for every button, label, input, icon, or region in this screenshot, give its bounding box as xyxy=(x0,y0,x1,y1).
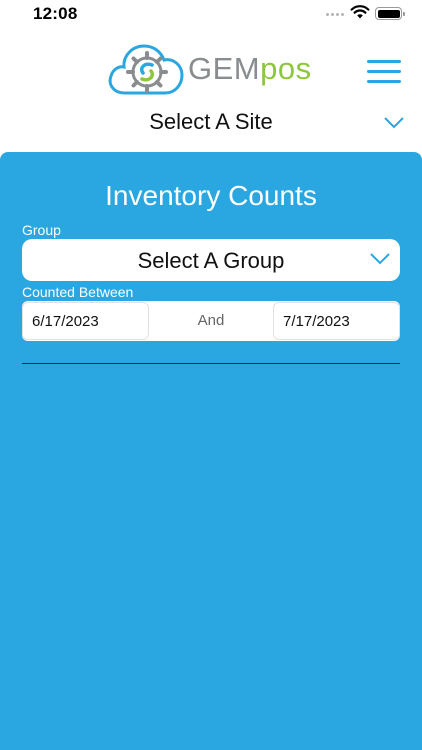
wifi-icon xyxy=(350,5,370,19)
battery-icon xyxy=(375,7,405,20)
logo-pos-text: pos xyxy=(260,51,312,86)
end-date-value: 7/17/2023 xyxy=(283,313,350,330)
group-select[interactable]: Select A Group xyxy=(22,239,400,281)
inventory-counts-panel: Inventory Counts Group Select A Group Co… xyxy=(0,152,422,750)
and-label: And xyxy=(197,312,225,329)
site-select[interactable]: Select A Site xyxy=(0,104,422,144)
signal-dots-icon xyxy=(326,13,344,16)
gempos-logo: GEMpos xyxy=(107,37,322,97)
page-title: Inventory Counts xyxy=(105,180,317,211)
group-select-value: Select A Group xyxy=(137,248,285,273)
logo-gem-text: GEM xyxy=(188,51,261,86)
hamburger-menu-icon[interactable] xyxy=(367,60,403,86)
chevron-down-icon xyxy=(370,253,390,265)
cloud-gear-logo-icon xyxy=(108,44,184,95)
status-bar: 12:08 xyxy=(0,0,422,30)
start-date-value: 6/17/2023 xyxy=(32,313,99,330)
site-select-value: Select A Site xyxy=(149,109,273,134)
logo-wordmark: GEMpos xyxy=(188,51,312,87)
divider xyxy=(22,363,400,364)
date-range-row: 6/17/2023 And 7/17/2023 xyxy=(22,301,400,341)
end-date-field[interactable]: 7/17/2023 xyxy=(273,302,400,340)
chevron-down-icon xyxy=(384,117,404,129)
counted-between-label: Counted Between xyxy=(22,284,134,300)
start-date-field[interactable]: 6/17/2023 xyxy=(22,302,149,340)
group-label: Group xyxy=(22,222,61,238)
status-time: 12:08 xyxy=(33,4,78,23)
